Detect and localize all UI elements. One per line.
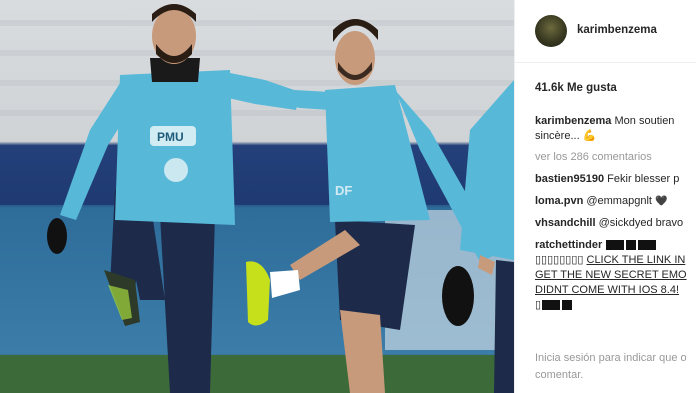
redacted-block	[606, 240, 625, 251]
comment-username[interactable]: vhsandchill	[535, 217, 596, 229]
heart-icon: 🖤	[655, 196, 668, 207]
comment-item: bastien95190 Fekir blesser p	[535, 172, 696, 187]
comment-text: @sickdyed bravo	[598, 217, 684, 229]
comment-username[interactable]: bastien95190	[535, 173, 604, 185]
comment-item: ratchettinder	[535, 238, 696, 253]
comment-spam-line: ▯	[535, 298, 696, 313]
comment-username[interactable]: loma.pvn	[535, 195, 583, 207]
redacted-block	[638, 240, 657, 251]
spam-link-line2[interactable]: GET THE NEW SECRET EMO	[535, 269, 687, 281]
likes-count[interactable]: 41.6k Me gusta	[535, 82, 617, 94]
comment-spam-line: GET THE NEW SECRET EMO	[535, 268, 696, 283]
spam-suffix: ▯	[535, 299, 542, 311]
post-side-panel: karimbenzema 41.6k Me gusta karimbenzema…	[514, 0, 696, 393]
comment-spam-line: ▯▯▯▯▯▯▯▯ CLICK THE LINK IN	[535, 253, 696, 268]
caption-username[interactable]: karimbenzema	[535, 115, 611, 127]
jersey-text: DF	[335, 183, 352, 198]
redacted-block	[626, 240, 637, 251]
comments-section: karimbenzema Mon soutien sincère... 💪 ve…	[535, 114, 696, 313]
post-header: karimbenzema	[515, 0, 696, 63]
comment-username[interactable]: ratchettinder	[535, 239, 602, 251]
sponsor-text: PMU	[157, 130, 184, 144]
comment-spam-line: DIDNT COME WITH IOS 8.4!	[535, 283, 696, 298]
caption-line1: Mon soutien	[614, 115, 675, 127]
spam-link-line3[interactable]: DIDNT COME WITH IOS 8.4!	[535, 284, 679, 296]
caption-line2: sincère...	[535, 130, 580, 142]
login-prompt[interactable]: Inicia sesión para indicar que o comenta…	[535, 350, 696, 384]
post-photo[interactable]: PMU DF	[0, 0, 514, 393]
view-comments-link[interactable]: ver los 286 comentarios	[535, 150, 696, 165]
avatar[interactable]	[535, 15, 567, 47]
photo-illustration: PMU DF	[0, 4, 514, 393]
spam-link-line1[interactable]: CLICK THE LINK IN	[587, 254, 686, 266]
comment-item: vhsandchill @sickdyed bravo	[535, 216, 696, 231]
caption: karimbenzema Mon soutien	[535, 114, 696, 129]
redacted-block	[562, 300, 573, 311]
flexed-arm-icon: 💪	[582, 130, 597, 142]
comment-item: loma.pvn @emmapgnlt 🖤	[535, 194, 696, 209]
comment-text: Fekir blesser p	[607, 173, 680, 185]
comment-text: @emmapgnlt	[586, 195, 652, 207]
caption-line-2: sincère... 💪	[535, 129, 696, 144]
header-username[interactable]: karimbenzema	[577, 24, 657, 36]
redacted-block	[542, 300, 561, 311]
spam-prefix: ▯▯▯▯▯▯▯▯	[535, 254, 584, 266]
